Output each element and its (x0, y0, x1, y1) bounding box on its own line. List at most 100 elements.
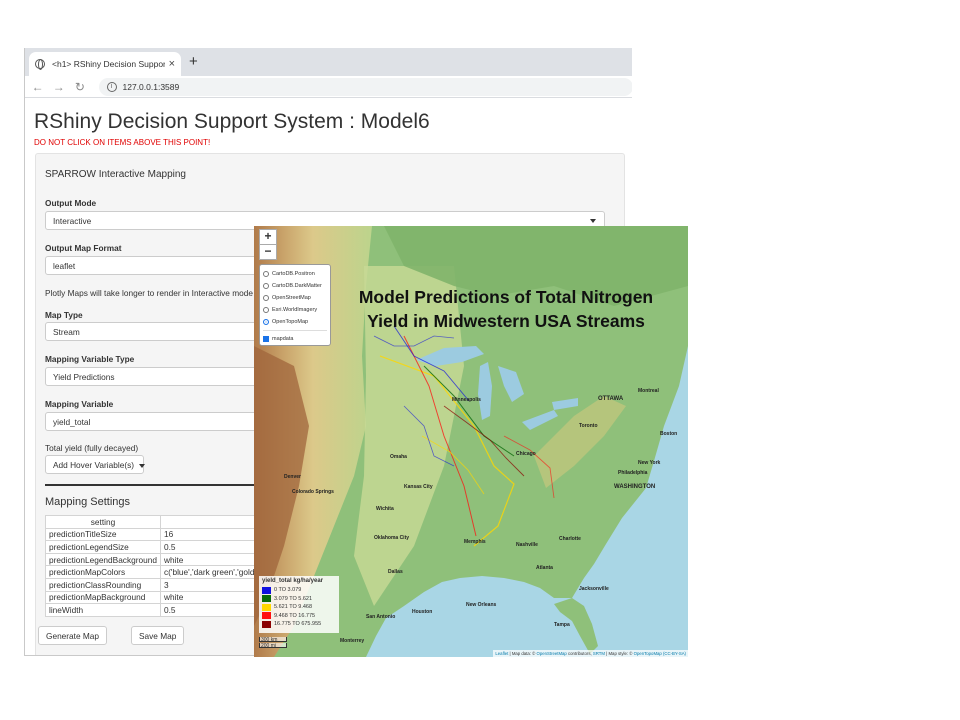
city-label: Chicago (516, 451, 536, 457)
browser-tab[interactable]: <h1> RShiny Decision Support S × (29, 52, 181, 76)
city-label: Philadelphia (618, 470, 648, 476)
warning-text: DO NOT CLICK ON ITEMS ABOVE THIS POINT! (34, 138, 211, 147)
legend-label: 5.621 TO 9.468 (274, 604, 313, 611)
legend-title: yield_total kg/ha/year (262, 578, 324, 584)
city-label: Toronto (579, 423, 598, 429)
layer-option-cartodb-darkmatter[interactable]: CartoDB.DarkMatter (263, 280, 327, 292)
tab-title: <h1> RShiny Decision Support S (52, 59, 165, 69)
city-label: Monterrey (340, 638, 365, 644)
add-hover-variable-button[interactable]: Add Hover Variable(s) (45, 455, 146, 474)
add-hover-variable-label: Add Hover Variable(s) (53, 460, 135, 470)
overlay-label: mapdata (272, 336, 294, 342)
city-label: Colorado Springs (292, 489, 334, 495)
setting-cell[interactable]: predictionClassRounding (45, 577, 161, 592)
new-tab-button[interactable]: + (189, 53, 198, 70)
address-bar[interactable]: i 127.0.0.1:3589 (98, 77, 632, 96)
section-divider (45, 484, 265, 486)
output-map-format-label: Output Map Format (45, 243, 122, 253)
city-label: New York (638, 460, 661, 466)
radio-button-selected[interactable] (263, 319, 269, 325)
caret-down-icon (139, 463, 146, 468)
city-label: Charlotte (559, 536, 581, 542)
map-overlay-title: Model Predictions of Total Nitrogen Yiel… (324, 285, 688, 333)
checkbox-checked-icon[interactable] (263, 336, 269, 342)
setting-cell[interactable]: predictionTitleSize (45, 527, 161, 542)
legend-swatch (262, 612, 271, 620)
legend-label: 3.079 TO 5.621 (274, 595, 313, 602)
layer-option-cartodb-positron[interactable]: CartoDB.Positron (263, 268, 327, 280)
legend-label: 9.468 TO 16.775 (274, 612, 316, 619)
info-icon[interactable]: i (106, 81, 117, 92)
mapping-variable-label: Mapping Variable (45, 399, 114, 409)
generate-map-button[interactable]: Generate Map (38, 626, 108, 645)
setting-cell[interactable]: predictionLegendBackground (45, 552, 161, 567)
radio-button[interactable] (263, 307, 269, 313)
city-label: Houston (412, 609, 433, 615)
zoom-in-button[interactable]: + (259, 229, 277, 245)
slide-canvas: <h1> RShiny Decision Support S × + ← → ↻… (0, 0, 960, 720)
srtm-link[interactable]: SRTM (593, 651, 605, 656)
map-attribution: Leaflet | Map data: © OpenStreetMap cont… (493, 650, 688, 657)
legend-label: 16.775 TO 675.955 (274, 621, 322, 628)
leaflet-link[interactable]: Leaflet (495, 651, 508, 656)
caret-down-icon (590, 219, 596, 223)
city-label: San Antonio (366, 614, 396, 620)
forward-arrow-icon[interactable]: → (50, 80, 67, 94)
city-label: Oklahoma City (374, 535, 410, 541)
legend-item: 3.079 TO 5.621 (262, 595, 336, 604)
city-label: Nashville (516, 542, 538, 548)
osm-link[interactable]: OpenStreetMap (536, 651, 566, 656)
tab-close-icon[interactable]: × (169, 58, 175, 70)
legend-item: 9.468 TO 16.775 (262, 612, 336, 621)
save-map-button[interactable]: Save Map (131, 626, 185, 645)
layer-label: OpenStreetMap (272, 295, 311, 301)
setting-cell[interactable]: predictionMapBackground (45, 590, 161, 605)
radio-button[interactable] (263, 271, 269, 277)
output-mode-label: Output Mode (45, 198, 97, 208)
reload-icon[interactable]: ↻ (71, 80, 88, 94)
layer-option-opentopomap[interactable]: OpenTopoMap (263, 316, 327, 328)
mapping-variable-value: yield_total (53, 417, 91, 427)
legend-label: 0 TO 3.079 (274, 587, 302, 594)
radio-button[interactable] (263, 283, 269, 289)
zoom-out-button[interactable]: − (259, 244, 277, 260)
mapping-variable-type-value: Yield Predictions (53, 372, 115, 382)
layer-option-esri-worldimagery[interactable]: Esri.WorldImagery (263, 304, 327, 316)
output-map-format-value: leaflet (53, 261, 76, 271)
setting-cell[interactable]: predictionMapColors (45, 565, 161, 579)
legend-item: 0 TO 3.079 (262, 586, 336, 595)
setting-cell[interactable]: predictionLegendSize (45, 540, 161, 554)
layer-label: CartoDB.DarkMatter (272, 283, 322, 289)
city-label: Atlanta (536, 565, 553, 571)
radio-button[interactable] (263, 295, 269, 301)
layer-label: Esri.WorldImagery (272, 307, 318, 313)
globe-icon (35, 59, 45, 70)
leaflet-map[interactable]: + − CartoDB.Positron CartoDB.DarkMatter … (254, 226, 688, 657)
setting-cell[interactable]: lineWidth (45, 603, 161, 617)
layer-option-openstreetmap[interactable]: OpenStreetMap (263, 292, 327, 304)
legend-swatch (262, 586, 271, 594)
variable-description: Total yield (fully decayed) (45, 443, 139, 453)
city-label: Memphis (464, 539, 486, 545)
map-legend: yield_total kg/ha/year 0 TO 3.079 3.079 … (259, 576, 339, 633)
map-type-value: Stream (53, 327, 80, 337)
legend-swatch (262, 595, 271, 603)
navigation-bar: ← → ↻ i 127.0.0.1:3589 (25, 76, 632, 98)
back-arrow-icon[interactable]: ← (29, 80, 46, 94)
city-label: OTTAWA (598, 396, 624, 402)
city-label: Tampa (554, 622, 570, 628)
legend-swatch (262, 620, 271, 628)
url-text: 127.0.0.1:3589 (122, 81, 180, 92)
mapping-variable-type-label: Mapping Variable Type (45, 354, 135, 364)
map-type-label: Map Type (45, 310, 83, 320)
overlay-title-line: Yield in Midwestern USA Streams (367, 311, 645, 331)
scale-bottom: 200 mi (259, 643, 287, 649)
layer-label: OpenTopoMap (272, 319, 309, 325)
city-label: Wichita (376, 506, 394, 512)
column-header[interactable]: setting (45, 515, 161, 529)
overlay-option-mapdata[interactable]: mapdata (263, 333, 327, 345)
page-title: RShiny Decision Support System : Model6 (34, 110, 430, 133)
opentopomap-link[interactable]: OpenTopoMap (CC-BY-SA) (634, 651, 686, 656)
plotly-note: Plotly Maps will take longer to render i… (45, 288, 253, 298)
city-label: Kansas City (404, 484, 433, 490)
